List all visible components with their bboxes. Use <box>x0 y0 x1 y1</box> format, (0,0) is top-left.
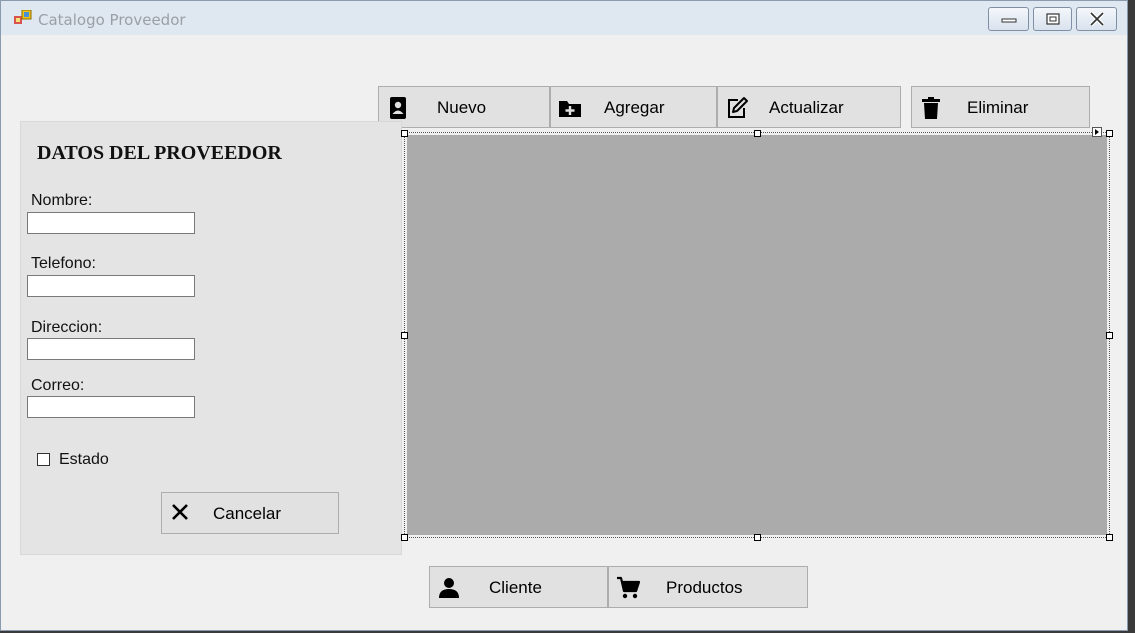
agregar-button[interactable]: Agregar <box>550 86 717 128</box>
resize-handle-bc[interactable] <box>754 534 761 541</box>
estado-checkbox[interactable] <box>37 453 50 466</box>
direccion-label: Direccion: <box>31 319 103 336</box>
maximize-button[interactable] <box>1033 7 1072 31</box>
resize-handle-bl[interactable] <box>401 534 408 541</box>
form-title: DATOS DEL PROVEEDOR <box>37 142 282 164</box>
maximize-icon <box>1045 13 1060 25</box>
close-x-icon <box>172 504 188 520</box>
nombre-label: Nombre: <box>31 192 93 209</box>
contact-card-icon <box>390 97 406 119</box>
actualizar-button[interactable]: Actualizar <box>717 86 901 128</box>
eliminar-button[interactable]: Eliminar <box>911 86 1090 128</box>
actualizar-label: Actualizar <box>769 98 844 117</box>
nombre-input[interactable] <box>27 212 195 234</box>
eliminar-label: Eliminar <box>967 98 1029 117</box>
direccion-input[interactable] <box>27 338 195 360</box>
nuevo-label: Nuevo <box>437 98 487 117</box>
app-icon <box>14 10 32 24</box>
cliente-button[interactable]: Cliente <box>429 566 608 608</box>
cancel-button[interactable]: Cancelar <box>161 492 339 534</box>
minimize-button[interactable] <box>988 7 1029 31</box>
correo-label: Correo: <box>31 377 85 394</box>
shopping-cart-icon <box>617 576 640 599</box>
window-title: Catalogo Proveedor <box>38 11 186 29</box>
trash-icon <box>922 97 940 119</box>
resize-handle-ml[interactable] <box>401 332 408 339</box>
resize-handle-tc[interactable] <box>754 130 761 137</box>
close-button[interactable] <box>1076 7 1117 31</box>
agregar-label: Agregar <box>604 98 665 117</box>
edit-icon <box>728 97 748 118</box>
estado-label: Estado <box>59 451 109 468</box>
title-bar[interactable]: Catalogo Proveedor <box>1 1 1127 35</box>
telefono-input[interactable] <box>27 275 195 297</box>
resize-handle-br[interactable] <box>1106 534 1113 541</box>
telefono-label: Telefono: <box>31 255 96 272</box>
cancel-label: Cancelar <box>213 504 282 523</box>
nuevo-button[interactable]: Nuevo <box>378 86 550 128</box>
resize-handle-mr[interactable] <box>1106 332 1113 339</box>
cliente-label: Cliente <box>489 578 542 597</box>
smart-tag-arrow-icon[interactable] <box>1092 127 1102 137</box>
productos-label: Productos <box>666 578 743 597</box>
close-icon <box>1089 12 1104 26</box>
minimize-icon <box>1001 18 1016 23</box>
resize-handle-tl[interactable] <box>401 130 408 137</box>
user-icon <box>439 578 459 598</box>
folder-plus-icon <box>559 101 581 117</box>
resize-handle-tr[interactable] <box>1106 130 1113 137</box>
productos-button[interactable]: Productos <box>608 566 808 608</box>
supplier-data-grid[interactable] <box>407 135 1107 535</box>
supplier-form-panel: DATOS DEL PROVEEDOR Nombre: Telefono: Di… <box>20 121 402 555</box>
correo-input[interactable] <box>27 396 195 418</box>
